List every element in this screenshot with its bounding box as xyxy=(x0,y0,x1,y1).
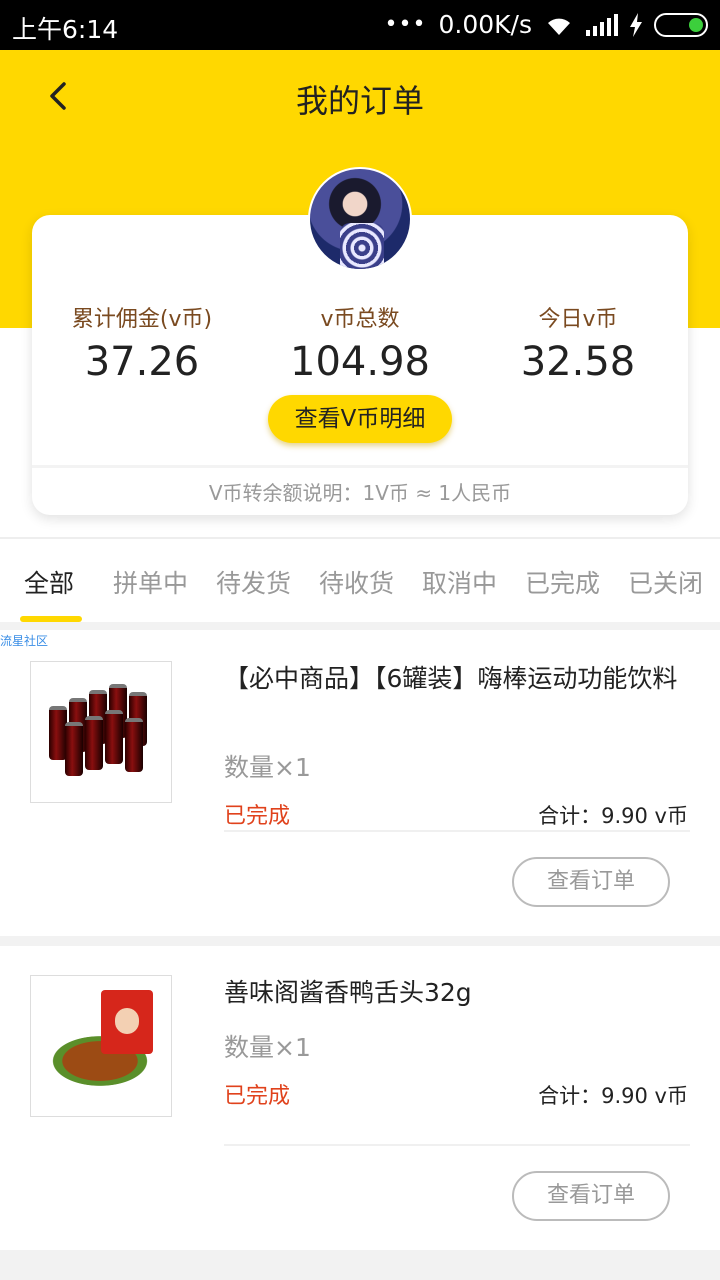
order-tabs: 全部 拼单中 待发货 待收货 取消中 已完成 已关闭 xyxy=(0,540,720,622)
order-item: 【必中商品】【6罐装】嗨棒运动功能饮料 数量×1 已完成 合计：9.90 v币 … xyxy=(0,630,720,936)
section-gap xyxy=(0,1250,720,1280)
watermark: 流星社区 xyxy=(0,634,49,648)
stat-value: 104.98 xyxy=(290,339,430,385)
product-image-drink-cans[interactable] xyxy=(30,661,172,803)
divider xyxy=(224,830,690,832)
conversion-note: V币转余额说明：1V币 ≈ 1人民币 xyxy=(208,481,512,505)
order-total: 合计：9.90 v币 xyxy=(538,1084,688,1108)
product-name[interactable]: 善味阁酱香鸭舌头32g xyxy=(224,976,694,1010)
tab-pending-shipment[interactable]: 待发货 xyxy=(216,564,291,600)
section-gap xyxy=(0,936,720,946)
tab-completed[interactable]: 已完成 xyxy=(525,564,600,600)
product-quantity: 数量×1 xyxy=(224,753,311,782)
card-divider xyxy=(32,465,688,468)
stat-label: 累计佣金(v币) xyxy=(71,307,213,332)
tab-closed[interactable]: 已关闭 xyxy=(628,564,703,600)
order-status: 已完成 xyxy=(224,804,291,829)
order-item: 善味阁酱香鸭舌头32g 数量×1 已完成 合计：9.90 v币 查看订单 xyxy=(0,946,720,1250)
product-name[interactable]: 【必中商品】【6罐装】嗨棒运动功能饮料 xyxy=(224,662,694,696)
status-time: 上午6:14 xyxy=(12,15,119,44)
section-gap xyxy=(0,622,720,630)
stat-value: 32.58 xyxy=(520,339,636,385)
network-speed: 0.00K/s xyxy=(438,10,532,39)
signal-icon xyxy=(586,13,618,36)
charging-bolt-icon xyxy=(630,12,642,37)
snack-bag-illustration xyxy=(101,990,153,1054)
wifi-icon xyxy=(548,18,570,35)
product-quantity: 数量×1 xyxy=(224,1033,311,1062)
order-total: 合计：9.90 v币 xyxy=(538,804,688,828)
stat-label: v币总数 xyxy=(320,307,400,332)
stat-total-commission: 累计佣金(v币) 37.26 xyxy=(32,301,252,385)
more-dots-icon: ••• xyxy=(384,12,427,37)
stat-label: 今日v币 xyxy=(538,307,618,332)
page-title: 我的订单 xyxy=(295,82,424,120)
status-bar: 上午6:14 ••• 0.00K/s xyxy=(0,0,720,50)
status-right: ••• 0.00K/s xyxy=(385,10,708,39)
battery-icon xyxy=(654,12,708,37)
view-order-button[interactable]: 查看订单 xyxy=(512,857,670,907)
divider xyxy=(224,1144,690,1146)
drink-cans-illustration xyxy=(45,684,159,784)
stat-total-coins: v币总数 104.98 xyxy=(250,301,470,385)
product-image-duck-tongue[interactable] xyxy=(30,975,172,1117)
tab-cancelling[interactable]: 取消中 xyxy=(422,564,497,600)
divider xyxy=(0,537,720,539)
view-order-button[interactable]: 查看订单 xyxy=(512,1171,670,1221)
tab-group-buying[interactable]: 拼单中 xyxy=(113,564,188,600)
tab-pending-receipt[interactable]: 待收货 xyxy=(319,564,394,600)
tab-all[interactable]: 全部 xyxy=(24,564,74,600)
stat-today-coins: 今日v币 32.58 xyxy=(468,301,688,385)
order-status: 已完成 xyxy=(224,1084,291,1109)
avatar xyxy=(308,167,412,271)
view-coin-details-button[interactable]: 查看V币明细 xyxy=(268,395,452,443)
stat-value: 37.26 xyxy=(84,339,200,385)
